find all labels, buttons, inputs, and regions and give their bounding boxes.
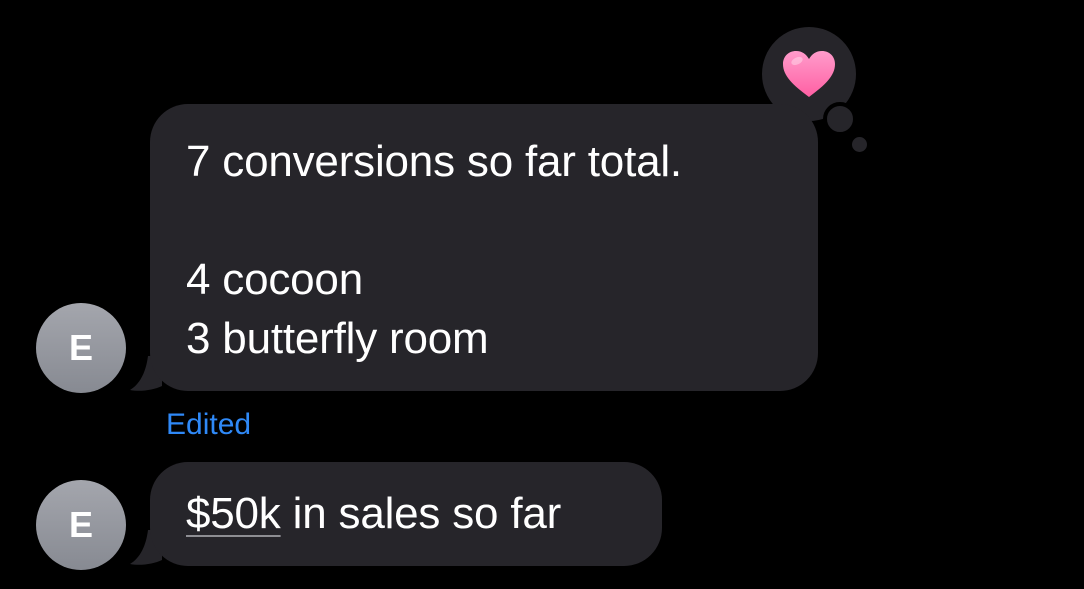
message-bubble[interactable]: 7 conversions so far total. 4 cocoon 3 b…: [150, 104, 818, 391]
message-line-blank: [186, 191, 782, 250]
avatar[interactable]: E: [36, 480, 126, 570]
message-text: in sales so far: [280, 489, 562, 538]
message-line: $50k in sales so far: [186, 484, 626, 543]
reaction-tail-dot-small: [852, 137, 867, 152]
message-line: 4 cocoon: [186, 255, 363, 304]
avatar[interactable]: E: [36, 303, 126, 393]
avatar-initial: E: [68, 504, 93, 545]
reaction-tail-dot: [823, 102, 857, 136]
heart-icon: [783, 51, 835, 97]
avatar-initial: E: [68, 327, 93, 368]
money-link[interactable]: $50k: [186, 489, 281, 538]
message-bubble[interactable]: $50k in sales so far: [150, 462, 662, 566]
message-line: 3 butterfly room: [186, 314, 489, 363]
message-line: 7 conversions so far total.: [186, 137, 682, 186]
edited-label[interactable]: Edited: [166, 407, 251, 443]
